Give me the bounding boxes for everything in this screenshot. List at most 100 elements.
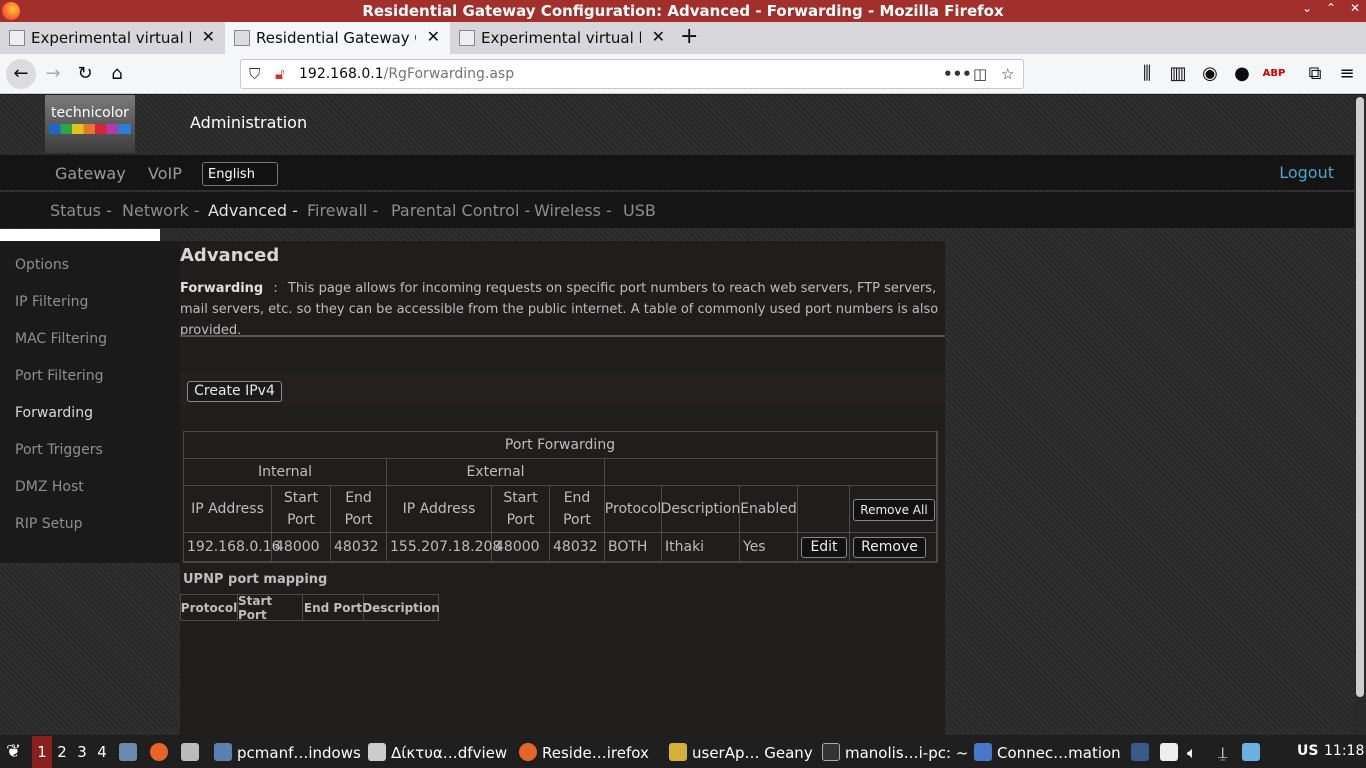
clock: 11:18 <box>1324 743 1365 759</box>
header-description: Description <box>661 486 740 533</box>
table-row-ext-ip: 155.207.18.208 <box>387 533 501 562</box>
volume-icon[interactable]: 🔈︎ <box>1187 743 1197 763</box>
java-icon <box>9 30 25 46</box>
keyboard-layout[interactable]: US <box>1297 743 1318 759</box>
extensions-icon[interactable]: ⧉ <box>1303 62 1327 86</box>
table-row-enabled: Yes <box>740 533 798 562</box>
group-internal: Internal <box>184 459 387 486</box>
nav-gateway[interactable]: Gateway <box>55 164 126 183</box>
subnav-wireless[interactable]: Wireless - <box>534 201 612 220</box>
minimize-button[interactable]: ⌄ <box>1302 1 1312 15</box>
subnav-advanced[interactable]: Advanced - <box>208 201 298 220</box>
reload-icon[interactable]: ↻ <box>73 62 97 86</box>
header-ext-ip: IP Address <box>387 486 492 533</box>
bookmark-star-icon[interactable]: ☆ <box>1001 65 1014 83</box>
url-bar[interactable]: ⛉ 🔓︎ 192.168.0.1/RgForwarding.asp ••• ◫ … <box>240 59 1024 89</box>
table-row-int-start: 48000 <box>272 533 331 562</box>
mail-icon[interactable] <box>1242 743 1265 762</box>
network-icon[interactable]: ⍊ <box>1218 743 1228 763</box>
desktop-icon[interactable] <box>1131 743 1154 762</box>
taskbar-item-pdfview[interactable]: Δίκτυα…dfview <box>368 743 507 762</box>
sidebar-item-dmz-host[interactable]: DMZ Host <box>15 479 84 495</box>
header-title: Administration <box>190 113 308 132</box>
taskbar-item-terminal[interactable]: manolis…i-pc: ~ <box>822 743 968 762</box>
firefox-launcher-icon[interactable] <box>150 743 173 762</box>
sidebar-item-port-triggers[interactable]: Port Triggers <box>15 442 103 458</box>
workspace-1[interactable]: 1 <box>32 736 52 768</box>
workspace-4[interactable]: 4 <box>92 736 112 768</box>
subnav-firewall[interactable]: Firewall - <box>307 201 378 220</box>
subnav-status[interactable]: Status - <box>50 201 112 220</box>
sidebar-item-options[interactable]: Options <box>15 257 69 273</box>
insecure-lock-icon[interactable]: 🔓︎ <box>275 65 285 83</box>
page-viewport: technicolor Administration Gateway VoIP … <box>0 95 1354 735</box>
sidebar-item-mac-filtering[interactable]: MAC Filtering <box>15 331 107 347</box>
top-navigation: Gateway VoIP English Logout <box>0 155 1354 191</box>
tab-experimental-lab-2[interactable]: Experimental virtual lab ✕ <box>450 22 675 54</box>
subnav-network[interactable]: Network - <box>122 201 200 220</box>
edit-button[interactable]: Edit <box>801 537 847 558</box>
page-description: Forwarding : This page allows for incomi… <box>180 281 939 338</box>
table-row-int-end: 48032 <box>331 533 387 562</box>
pocket-icon[interactable]: ◫ <box>973 65 987 83</box>
subnav-parental-control[interactable]: Parental Control - <box>391 201 530 220</box>
upnp-header-start-port: Start Port <box>238 594 303 622</box>
url-text[interactable]: 192.168.0.1/RgForwarding.asp <box>299 66 514 82</box>
header-ext-end: End Port <box>550 486 605 533</box>
tab-residential-gateway[interactable]: Residential Gateway Con ✕ <box>225 22 450 54</box>
library-icon[interactable]: ⫼ <box>1135 62 1159 86</box>
remove-all-button[interactable]: Remove All <box>853 499 935 521</box>
sidebar-item-forwarding[interactable]: Forwarding <box>15 405 93 421</box>
home-icon[interactable]: ⌂ <box>105 62 129 86</box>
window-title: Residential Gateway Configuration: Advan… <box>362 2 1004 20</box>
sidebar-icon[interactable]: ▥ <box>1166 62 1190 86</box>
table-row-description: Ithaki <box>662 533 740 562</box>
java-icon <box>459 30 475 46</box>
workspace-3[interactable]: 3 <box>72 736 92 768</box>
tab-experimental-lab-1[interactable]: Experimental virtual lab ✕ <box>0 22 225 54</box>
description-label: Forwarding <box>180 281 264 296</box>
taskbar-item-connection-info[interactable]: Connec…mation <box>974 743 1121 762</box>
file-manager-launcher-icon[interactable] <box>119 743 142 762</box>
technicolor-logo: technicolor <box>45 95 135 153</box>
page-scrollbar[interactable] <box>1354 95 1366 735</box>
shield-icon[interactable]: ⛉ <box>249 65 260 83</box>
header-int-ip: IP Address <box>184 486 272 533</box>
language-select[interactable]: English <box>202 162 278 186</box>
sidebar-item-port-filtering[interactable]: Port Filtering <box>15 368 104 384</box>
subnav-usb[interactable]: USB <box>623 201 656 220</box>
sidebar-item-rip-setup[interactable]: RIP Setup <box>15 516 83 532</box>
taskbar-item-firefox[interactable]: Reside…irefox <box>519 743 649 762</box>
divider <box>180 335 945 337</box>
page-actions-icon[interactable]: ••• <box>943 65 972 83</box>
logout-link[interactable]: Logout <box>1279 163 1334 182</box>
extension-icon[interactable]: ● <box>1230 62 1254 86</box>
maximize-button[interactable]: ⌃ <box>1326 1 1336 15</box>
account-icon[interactable]: ◉ <box>1198 62 1222 86</box>
sidebar: Options IP Filtering MAC Filtering Port … <box>0 229 180 563</box>
forward-arrow-icon[interactable]: → <box>41 62 65 86</box>
start-menu-icon[interactable]: ❦ <box>6 741 21 762</box>
nav-voip[interactable]: VoIP <box>148 164 182 183</box>
menu-icon[interactable]: ≡ <box>1335 62 1359 86</box>
create-ipv4-button[interactable]: Create IPv4 <box>187 381 282 402</box>
notes-icon[interactable] <box>1160 743 1183 762</box>
header-int-start: Start Port <box>272 486 331 533</box>
taskbar-item-pcmanfm[interactable]: pcmanf…indows <box>214 743 361 762</box>
tab-label: Experimental virtual lab <box>31 29 191 47</box>
close-window-button[interactable]: ✕ <box>1350 1 1360 15</box>
port-forwarding-table: Port Forwarding Internal External IP Add… <box>183 431 938 563</box>
upnp-title: UPNP port mapping <box>183 572 328 587</box>
workspace-2[interactable]: 2 <box>52 736 72 768</box>
close-icon[interactable]: ✕ <box>652 27 665 46</box>
remove-button[interactable]: Remove <box>853 537 926 558</box>
sidebar-item-ip-filtering[interactable]: IP Filtering <box>15 294 88 310</box>
close-icon[interactable]: ✕ <box>427 27 440 46</box>
new-tab-icon[interactable]: + <box>680 24 698 49</box>
close-icon[interactable]: ✕ <box>202 27 215 46</box>
adblock-icon[interactable]: ABP <box>1262 62 1286 86</box>
back-arrow-icon[interactable]: ← <box>6 59 36 89</box>
calculator-launcher-icon[interactable] <box>181 743 204 762</box>
taskbar-item-geany[interactable]: userAp… Geany <box>669 743 813 762</box>
table-row-ext-start: 48000 <box>492 533 550 562</box>
